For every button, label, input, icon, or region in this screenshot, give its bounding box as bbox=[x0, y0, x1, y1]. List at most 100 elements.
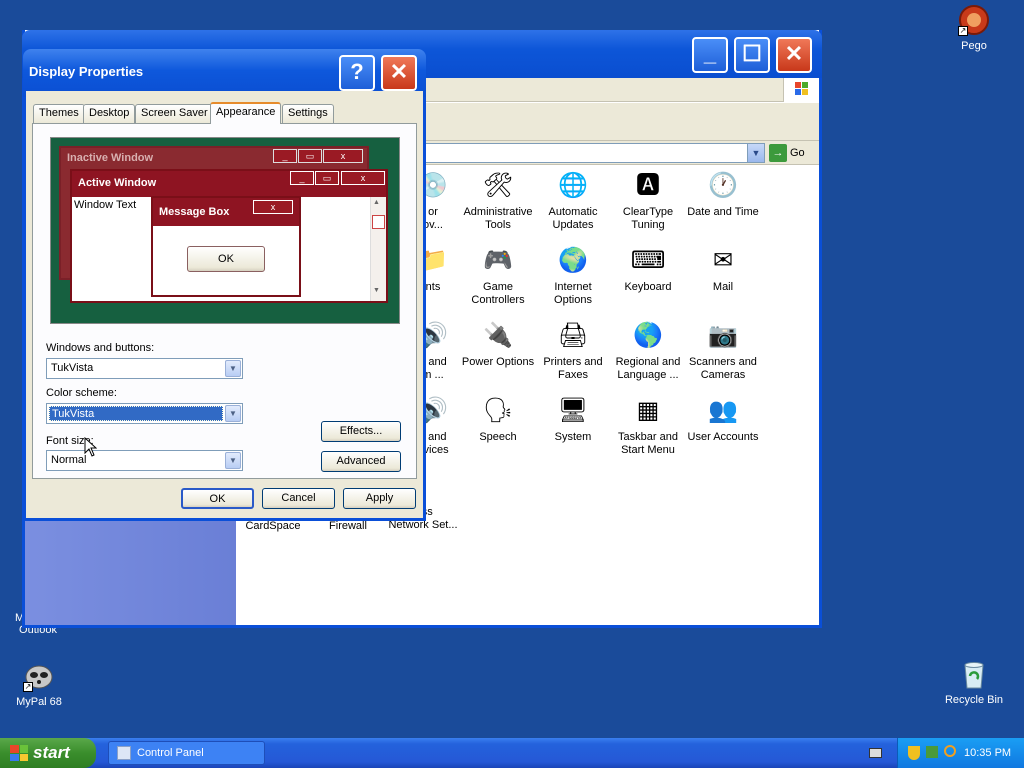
preview-ok-button: OK bbox=[187, 246, 265, 272]
cp-item-printers-faxes[interactable]: 🖨 Printers and Faxes bbox=[535, 318, 611, 382]
tab-appearance[interactable]: Appearance bbox=[210, 102, 282, 124]
cp-item-taskbar-start-menu[interactable]: ▦ Taskbar and Start Menu bbox=[610, 393, 686, 457]
cp-item-label: Keyboard bbox=[624, 281, 672, 293]
chevron-down-icon: ▼ bbox=[225, 452, 241, 469]
cp-item-label: Taskbar and bbox=[618, 431, 678, 443]
cp-item-automatic-updates[interactable]: 🌐 Automatic Updates bbox=[535, 168, 611, 232]
cp-item-label: Internet bbox=[554, 281, 592, 293]
cp-item-label-line2: Faxes bbox=[558, 369, 588, 381]
windows-buttons-select[interactable]: TukVista ▼ bbox=[46, 358, 243, 379]
cp-item-label: Mail bbox=[712, 281, 734, 293]
cp-item-administrative-tools[interactable]: 🛠 Administrative Tools bbox=[460, 168, 536, 232]
windows-flag-icon bbox=[10, 745, 28, 761]
font-size-select[interactable]: Normal ▼ bbox=[46, 450, 243, 471]
ok-button[interactable]: OK bbox=[181, 488, 254, 509]
dialog-titlebar[interactable]: Display Properties ? ✕ bbox=[23, 49, 426, 97]
cp-item-label-line2: Start Menu bbox=[621, 444, 675, 456]
close-icon: x bbox=[323, 149, 363, 163]
maximize-icon: ▭ bbox=[298, 149, 322, 163]
address-dropdown-button[interactable]: ▼ bbox=[747, 144, 764, 162]
address-input[interactable]: ▼ bbox=[395, 143, 765, 163]
cp-item-cleartype-tuning[interactable]: 🅰 ClearType Tuning bbox=[610, 168, 686, 232]
close-icon: x bbox=[253, 200, 293, 214]
font-size-value: Normal bbox=[51, 454, 87, 466]
cp-item-scanners-cameras[interactable]: 📷 Scanners and Cameras bbox=[685, 318, 761, 382]
mypal-icon: ↗ bbox=[23, 660, 55, 692]
keyboard-icon[interactable] bbox=[869, 748, 882, 758]
cp-item-speech[interactable]: 🗣 Speech bbox=[460, 393, 536, 444]
taskbar: start Control Panel 10:35 PM bbox=[0, 738, 1024, 768]
maximize-icon: ▭ bbox=[315, 171, 339, 185]
network-icon[interactable] bbox=[926, 746, 938, 758]
internet-options-icon: 🌍 bbox=[558, 246, 588, 274]
help-icon: ? bbox=[350, 59, 364, 84]
cp-item-date-time[interactable]: 🕐 Date and Time bbox=[685, 168, 761, 219]
desktop-icon-pego[interactable]: ↗ Pego bbox=[934, 4, 1014, 52]
cp-item-label: Administrative bbox=[463, 206, 533, 218]
preview-window-text: Window Text bbox=[74, 199, 137, 211]
cp-item-label-line2: Cameras bbox=[700, 369, 746, 381]
preview-inactive-title: Inactive Window bbox=[67, 152, 154, 164]
administrative-tools-icon: 🛠 bbox=[482, 171, 514, 199]
help-button[interactable]: ? bbox=[339, 55, 375, 91]
close-icon: ✕ bbox=[784, 41, 804, 66]
security-shield-icon[interactable] bbox=[908, 746, 920, 760]
apply-button[interactable]: Apply bbox=[343, 488, 416, 509]
desktop-icon-label: MyPal 68 bbox=[16, 696, 62, 708]
preview-msgbox-title: Message Box bbox=[159, 206, 230, 218]
system-tray: 10:35 PM bbox=[897, 738, 1024, 768]
effects-button[interactable]: Effects... bbox=[321, 421, 401, 442]
cp-item-label-line2: Language ... bbox=[617, 369, 679, 381]
tab-settings[interactable]: Settings bbox=[282, 104, 334, 123]
go-arrow-icon: → bbox=[769, 144, 787, 163]
go-button[interactable]: → Go bbox=[769, 143, 805, 163]
advanced-button[interactable]: Advanced bbox=[321, 451, 401, 472]
cp-item-game-controllers[interactable]: 🎮 Game Controllers bbox=[460, 243, 536, 307]
dialog-close-button[interactable]: ✕ bbox=[381, 55, 417, 91]
desktop-icon-label: Recycle Bin bbox=[944, 694, 1004, 706]
minimize-icon: _ bbox=[290, 171, 314, 185]
pego-icon: ↗ bbox=[958, 4, 990, 36]
cp-item-label-line2: Tools bbox=[485, 219, 511, 231]
desktop-icon-mypal[interactable]: ↗ MyPal 68 bbox=[0, 660, 79, 708]
cancel-button[interactable]: Cancel bbox=[262, 488, 335, 509]
cp-item-label-line2: Options bbox=[554, 294, 592, 306]
tab-themes[interactable]: Themes bbox=[33, 104, 85, 123]
preview-active-title: Active Window bbox=[78, 177, 157, 189]
date-time-icon: 🕐 bbox=[708, 171, 738, 199]
close-button[interactable]: ✕ bbox=[776, 37, 812, 73]
cp-item-power-options[interactable]: 🔌 Power Options bbox=[460, 318, 536, 369]
cp-item-internet-options[interactable]: 🌍 Internet Options bbox=[535, 243, 611, 307]
search-icon[interactable] bbox=[944, 745, 956, 757]
cleartype-tuning-icon: 🅰 bbox=[636, 171, 660, 199]
cp-item-label: User Accounts bbox=[687, 431, 759, 443]
minimize-icon: _ bbox=[703, 41, 717, 66]
cp-item-label: Automatic bbox=[548, 206, 598, 218]
dialog-title: Display Properties bbox=[29, 64, 144, 79]
chevron-down-icon: ▼ bbox=[225, 360, 241, 377]
cp-item-regional-language[interactable]: 🌎 Regional and Language ... bbox=[610, 318, 686, 382]
game-controllers-icon: 🎮 bbox=[483, 246, 513, 274]
cp-item-user-accounts[interactable]: 👥 User Accounts bbox=[685, 393, 761, 444]
close-icon: ✕ bbox=[389, 59, 409, 84]
scanners-cameras-icon: 📷 bbox=[708, 321, 738, 349]
mouse-cursor-icon bbox=[84, 437, 97, 457]
minimize-button[interactable]: _ bbox=[692, 37, 728, 73]
windows-buttons-label: Windows and buttons: bbox=[46, 342, 155, 354]
minimize-icon: _ bbox=[273, 149, 297, 163]
cp-item-keyboard[interactable]: ⌨ Keyboard bbox=[610, 243, 686, 294]
maximize-icon: ☐ bbox=[742, 41, 762, 66]
preview-scrollbar: ▲ ▼ bbox=[370, 197, 386, 301]
color-scheme-select[interactable]: TukVista ▼ bbox=[46, 403, 243, 424]
taskbar-button-control-panel[interactable]: Control Panel bbox=[108, 741, 265, 765]
tab-screen-saver[interactable]: Screen Saver bbox=[135, 104, 214, 123]
control-panel-icon bbox=[117, 746, 131, 760]
taskbar-start-menu-icon: ▦ bbox=[636, 396, 660, 424]
maximize-button[interactable]: ☐ bbox=[734, 37, 770, 73]
cp-item-system[interactable]: 🖥 System bbox=[535, 393, 611, 444]
cp-item-mail[interactable]: ✉ Mail bbox=[685, 243, 761, 294]
start-button[interactable]: start bbox=[0, 738, 96, 768]
desktop-icon-recycle-bin[interactable]: Recycle Bin bbox=[934, 658, 1014, 706]
tab-desktop[interactable]: Desktop bbox=[83, 104, 136, 123]
recycle-bin-icon bbox=[958, 658, 990, 690]
